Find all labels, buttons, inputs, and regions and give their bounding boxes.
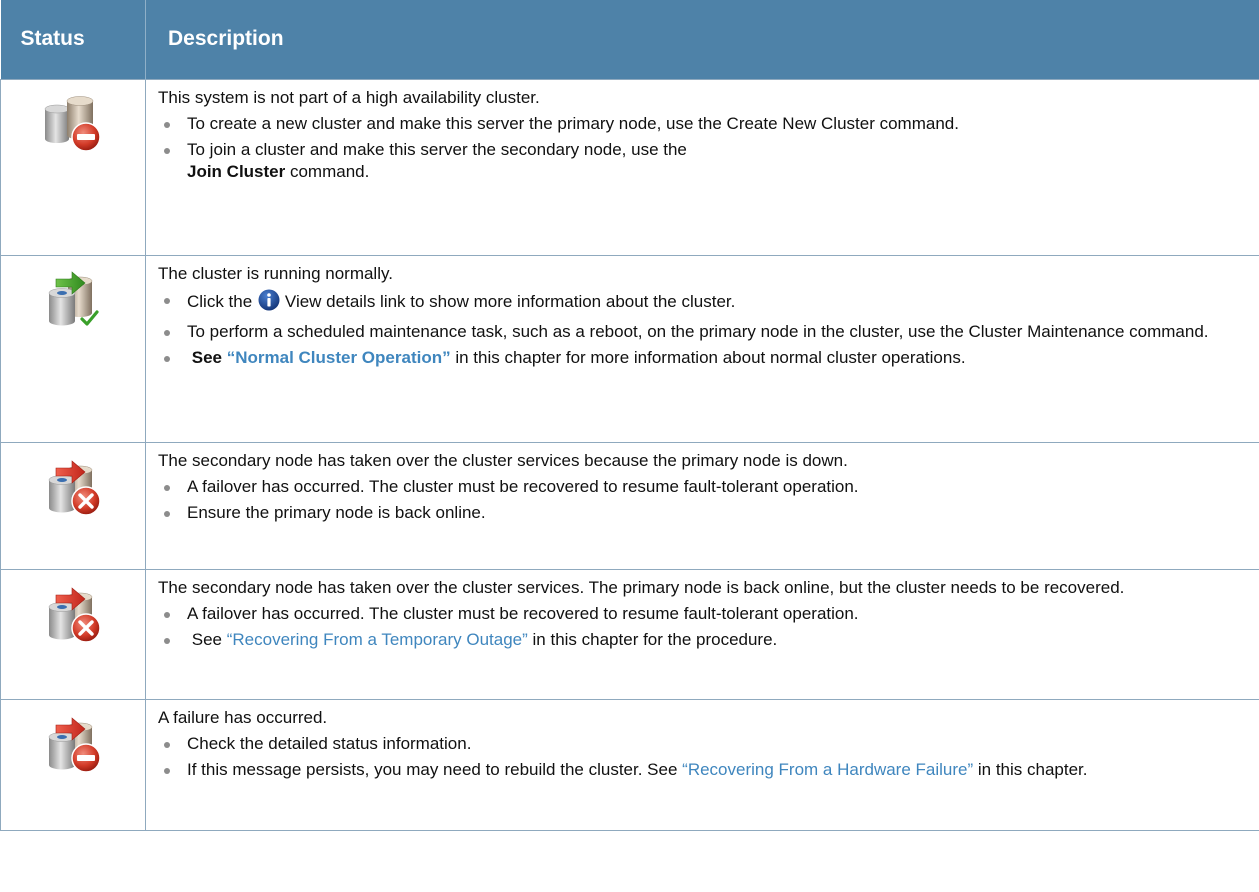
status-cell [0,78,146,256]
list-item: See “Normal Cluster Operation” in this c… [158,347,1249,369]
list-item: If this message persists, you may need t… [158,759,1249,781]
list-item-text: Click the [187,291,253,311]
db-failure-icon [42,711,104,781]
list-item: To perform a scheduled maintenance task,… [158,321,1249,343]
table-row: This system is not part of a high availa… [0,78,1259,256]
list-item-text: in this chapter for more information abo… [450,347,966,367]
list-item-text: To join a cluster and make this server t… [187,139,687,159]
list-item: Ensure the primary node is back online. [158,502,1249,524]
description-cell: This system is not part of a high availa… [145,78,1259,256]
status-column-header: Status [0,0,146,79]
cluster-status-table: Status Description This system is not pa… [0,0,1259,831]
db-not-clustered-icon [42,91,104,161]
db-failover-error-icon [42,454,104,524]
db-cluster-normal-icon [42,267,104,337]
info-icon[interactable] [258,289,280,317]
status-cell [0,441,146,570]
bullet-list: To create a new cluster and make this se… [158,113,1249,183]
row-intro: A failure has occurred. [158,707,328,727]
see-label: See [191,347,222,367]
description-cell: The secondary node has taken over the cl… [145,441,1259,570]
description-cell: A failure has occurred. Check the detail… [145,698,1259,831]
list-item-text: See [191,629,227,649]
list-item: A failover has occurred. The cluster mus… [158,476,1249,498]
table-row: The cluster is running normally. Click t… [0,254,1259,443]
bullet-list: A failover has occurred. The cluster mus… [158,603,1249,651]
list-item-text: View details link to show more informati… [284,291,736,311]
status-cell [0,254,146,443]
list-item-text: command. [285,161,370,181]
table-header-row: Status Description [0,0,1259,79]
description-column-header: Description [145,0,1259,79]
table-row: The secondary node has taken over the cl… [0,441,1259,570]
description-cell: The secondary node has taken over the cl… [145,568,1259,700]
row-intro: This system is not part of a high availa… [158,87,540,107]
list-item-text: in this chapter for the procedure. [527,629,778,649]
list-item: See “Recovering From a Temporary Outage”… [158,629,1249,651]
description-cell: The cluster is running normally. Click t… [145,254,1259,443]
recovering-hardware-failure-link[interactable]: “Recovering From a Hardware Failure” [682,760,973,779]
list-item-text: If this message persists, you may need t… [187,759,683,779]
list-item: To join a cluster and make this server t… [158,139,1249,183]
join-cluster-command: Join Cluster [187,161,286,181]
list-item: Click the View details link to show more… [158,289,1249,317]
status-cell [0,568,146,700]
row-intro: The cluster is running normally. [158,263,393,283]
normal-cluster-operation-link[interactable]: “Normal Cluster Operation” [227,348,451,367]
bullet-list: Click the View details link to show more… [158,289,1249,369]
list-item: Check the detailed status information. [158,733,1249,755]
recovering-temporary-outage-link[interactable]: “Recovering From a Temporary Outage” [227,630,528,649]
row-intro: The secondary node has taken over the cl… [158,450,848,470]
list-item-text: in this chapter. [973,759,1088,779]
row-intro: The secondary node has taken over the cl… [158,577,1125,597]
status-cell [0,698,146,831]
bullet-list: Check the detailed status information. I… [158,733,1249,781]
table-row: The secondary node has taken over the cl… [0,568,1259,700]
db-failover-error-icon [42,581,104,651]
table-row: A failure has occurred. Check the detail… [0,698,1259,831]
list-item: A failover has occurred. The cluster mus… [158,603,1249,625]
list-item: To create a new cluster and make this se… [158,113,1249,135]
bullet-list: A failover has occurred. The cluster mus… [158,476,1249,524]
